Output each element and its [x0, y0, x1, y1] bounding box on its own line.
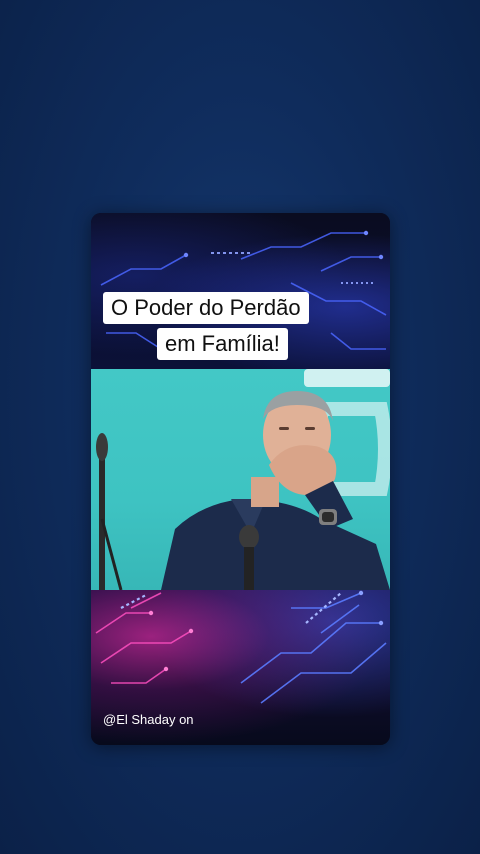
video-card[interactable]: O Poder do Perdão em Família! @El Shaday… [91, 213, 390, 745]
title-caption: O Poder do Perdão em Família! [91, 291, 390, 371]
title-line-1: O Poder do Perdão [103, 292, 309, 324]
speaker-video-frame[interactable] [91, 369, 390, 590]
title-line-2: em Família! [157, 328, 288, 360]
channel-handle[interactable]: @El Shaday on [103, 712, 194, 728]
speaker-on-stage-video [96, 369, 390, 590]
